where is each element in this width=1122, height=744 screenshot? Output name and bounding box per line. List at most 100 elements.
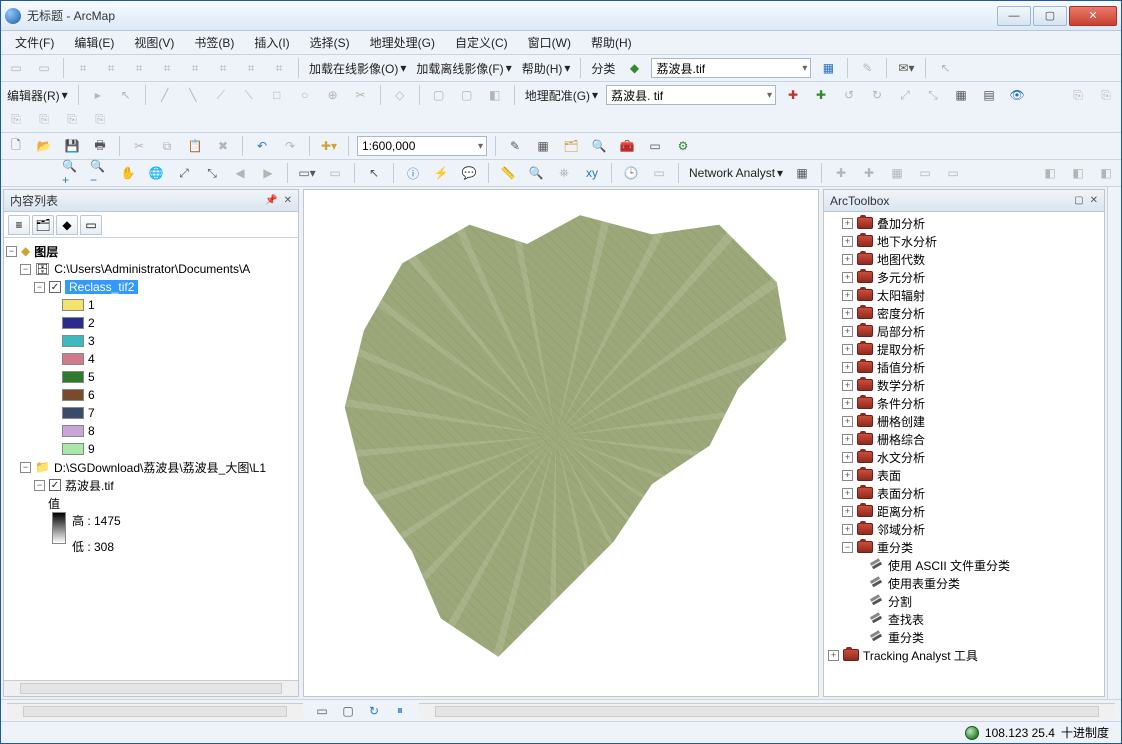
data-view-button[interactable]: ▭ <box>311 700 333 722</box>
modelbuilder-button[interactable]: ⚙ <box>672 135 694 157</box>
collapse-icon[interactable]: − <box>6 246 17 257</box>
add-data-button[interactable]: ✚▾ <box>318 135 340 157</box>
edit-tool-i[interactable]: ⊕ <box>322 84 344 106</box>
minimize-button[interactable]: — <box>997 6 1031 26</box>
catalog-button[interactable]: 🗂 <box>560 135 582 157</box>
georef-tool-b[interactable]: ✚ <box>810 84 832 106</box>
tool-row[interactable]: 查找表 <box>828 610 1100 628</box>
toolbox-tracking-analyst[interactable]: + Tracking Analyst 工具 <box>828 646 1100 664</box>
map-scale-select[interactable]: 1:600,000 <box>357 136 487 156</box>
draw-tool-a[interactable]: ✎ <box>856 57 878 79</box>
collapse-icon[interactable]: − <box>842 542 853 553</box>
georeferencing-menu[interactable]: 地理配准(G) ▾ <box>523 87 600 104</box>
menu-windows[interactable]: 窗口(W) <box>520 32 579 53</box>
python-button[interactable]: ▭ <box>644 135 666 157</box>
toolbar-help-menu[interactable]: 帮助(H) ▾ <box>520 60 573 77</box>
redo-button[interactable]: ↷ <box>279 135 301 157</box>
toolset-row[interactable]: +局部分析 <box>828 322 1100 340</box>
menu-customize[interactable]: 自定义(C) <box>447 32 516 53</box>
tool-icon-1g[interactable]: ⌗ <box>184 57 206 79</box>
toc-datasource-2[interactable]: − 📁 D:\SGDownload\荔波县\荔波县_大图\L1 <box>6 458 296 476</box>
na-tool-d[interactable]: ▭ <box>914 162 936 184</box>
tool-row[interactable]: 分割 <box>828 592 1100 610</box>
tool-icon-1d[interactable]: ⌗ <box>100 57 122 79</box>
menu-edit[interactable]: 编辑(E) <box>66 32 122 53</box>
right4-a[interactable]: ◧ <box>1039 162 1061 184</box>
toc-datasource-1[interactable]: − 🗄 C:\Users\Administrator\Documents\A <box>6 260 296 278</box>
collapse-icon[interactable]: − <box>20 264 31 275</box>
expand-icon[interactable]: + <box>842 308 853 319</box>
search-button[interactable]: 🔍 <box>588 135 610 157</box>
toolset-row[interactable]: +多元分析 <box>828 268 1100 286</box>
toolset-row[interactable]: +表面 <box>828 466 1100 484</box>
layer-checkbox[interactable]: ✓ <box>49 281 61 293</box>
tool-row[interactable]: 使用表重分类 <box>828 574 1100 592</box>
right-tool-a[interactable]: ⎘ <box>1067 84 1089 106</box>
edit-tool-l[interactable]: ▢ <box>428 84 450 106</box>
toc-layer-reclass[interactable]: − ✓ Reclass_tif2 <box>6 278 296 296</box>
create-viewer-button[interactable]: ▭ <box>648 162 670 184</box>
expand-icon[interactable]: + <box>842 218 853 229</box>
arctoolbox-maximize-icon[interactable]: ▢ <box>1074 195 1083 206</box>
edit-tool-c[interactable]: ╱ <box>154 84 176 106</box>
network-analyst-menu[interactable]: Network Analyst ▾ <box>687 166 785 180</box>
goto-xy-button[interactable]: xy <box>581 162 603 184</box>
toolset-row[interactable]: +条件分析 <box>828 394 1100 412</box>
arctoolbox-button[interactable]: 🧰 <box>616 135 638 157</box>
menu-file[interactable]: 文件(F) <box>7 32 62 53</box>
clear-selection-button[interactable]: ▭ <box>324 162 346 184</box>
toolset-row[interactable]: +叠加分析 <box>828 214 1100 232</box>
toc-tab-drawing-order[interactable]: ≡ <box>8 215 30 235</box>
edit-tool-h[interactable]: ○ <box>294 84 316 106</box>
toolset-row[interactable]: +数学分析 <box>828 376 1100 394</box>
georef-link-table-button[interactable]: ▦ <box>950 84 972 106</box>
classify-go-button[interactable]: ▦ <box>817 57 839 79</box>
delete-button[interactable]: ✖ <box>212 135 234 157</box>
tool-row[interactable]: 重分类 <box>828 628 1100 646</box>
expand-icon[interactable]: + <box>842 326 853 337</box>
full-extent-button[interactable]: 🌐 <box>145 162 167 184</box>
toolset-row[interactable]: +提取分析 <box>828 340 1100 358</box>
edit-tool-j[interactable]: ✂ <box>350 84 372 106</box>
toolset-row[interactable]: +密度分析 <box>828 304 1100 322</box>
expand-icon[interactable]: + <box>842 434 853 445</box>
toc-tab-source[interactable]: 🗂 <box>32 215 54 235</box>
toolset-row[interactable]: +栅格创建 <box>828 412 1100 430</box>
edit-tool-d[interactable]: ╲ <box>182 84 204 106</box>
pause-drawing-button[interactable]: ⏸ <box>389 700 411 722</box>
georeferencing-layer-select[interactable]: 荔波县. tif <box>606 85 776 105</box>
classify-layer-select[interactable]: 荔波县.tif <box>651 58 811 78</box>
toc-close-icon[interactable]: ✕ <box>284 195 292 206</box>
na-window-button[interactable]: ▦ <box>791 162 813 184</box>
load-online-imagery-menu[interactable]: 加载在线影像(O) ▾ <box>307 60 408 77</box>
expand-icon[interactable]: + <box>842 362 853 373</box>
toolset-row[interactable]: +插值分析 <box>828 358 1100 376</box>
toolset-row[interactable]: +太阳辐射 <box>828 286 1100 304</box>
expand-icon[interactable]: + <box>842 236 853 247</box>
editor-menu[interactable]: 编辑器(R) ▾ <box>5 87 70 104</box>
menu-insert[interactable]: 插入(I) <box>246 32 297 53</box>
toc-scrollbar-horizontal[interactable] <box>4 680 298 696</box>
edit-tool-m[interactable]: ▢ <box>456 84 478 106</box>
georef-tool-f[interactable]: ⤡ <box>922 84 944 106</box>
mail-tool-dd[interactable]: ✉▾ <box>895 57 917 79</box>
menu-bookmarks[interactable]: 书签(B) <box>186 32 242 53</box>
right4-b[interactable]: ◧ <box>1067 162 1089 184</box>
tool-icon-1e[interactable]: ⌗ <box>128 57 150 79</box>
tool-icon-1b[interactable]: ▭ <box>33 57 55 79</box>
paste-button[interactable]: 📋 <box>184 135 206 157</box>
toolset-row[interactable]: +地图代数 <box>828 250 1100 268</box>
georef-tool-a[interactable]: ✚ <box>782 84 804 106</box>
layout-view-button[interactable]: ▢ <box>337 700 359 722</box>
edit-tool-a[interactable]: ▸ <box>87 84 109 106</box>
edit-tool-f[interactable]: ⟍ <box>238 84 260 106</box>
toolset-row[interactable]: +地下水分析 <box>828 232 1100 250</box>
toc-button[interactable]: ▦ <box>532 135 554 157</box>
menu-selection[interactable]: 选择(S) <box>302 32 358 53</box>
refresh-view-button[interactable]: ↻ <box>363 700 385 722</box>
edit-tool-b[interactable]: ↖ <box>115 84 137 106</box>
georef-tool-e[interactable]: ⤢ <box>894 84 916 106</box>
find-route-button[interactable]: ⛯ <box>553 162 575 184</box>
map-scrollbar-horizontal[interactable] <box>419 703 1115 719</box>
expand-icon[interactable]: + <box>842 272 853 283</box>
